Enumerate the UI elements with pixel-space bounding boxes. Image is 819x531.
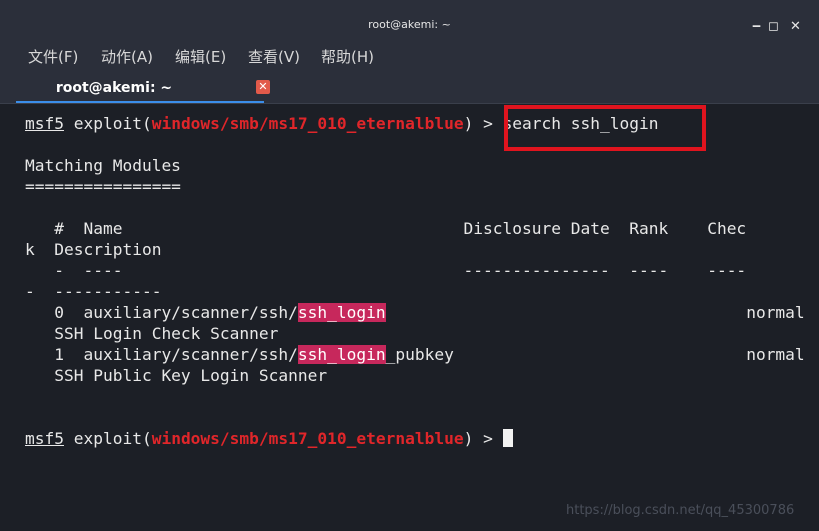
prompt-exploit: exploit( [73,114,152,133]
tab-terminal[interactable]: root@akemi: ~ ✕ [16,74,270,104]
prompt-user: msf5 [25,114,64,133]
prompt-line-2: msf5 exploit(windows/smb/ms17_010_eterna… [25,429,513,449]
row-suffix: normal No [385,303,819,322]
table-row: 0 auxiliary/scanner/ssh/ssh_login normal… [25,303,819,323]
row-suffix: _pubkey normal No [385,345,819,364]
window-titlebar: root@akemi: ~ ‒ ◻ ✕ [0,0,819,40]
prompt-module: windows/smb/ms17_010_eternalblue [151,114,464,133]
highlight-box [504,105,706,151]
menu-help[interactable]: 帮助(H) [321,46,374,67]
menu-file[interactable]: 文件(F) [28,46,78,67]
prompt-exploit: exploit( [73,429,152,448]
heading-rule: ================ [25,177,181,196]
terminal-cursor [502,429,513,447]
prompt-user: msf5 [25,429,64,448]
tab-bar: root@akemi: ~ ✕ [0,74,819,104]
prompt-end: ) > [463,114,503,133]
menu-edit[interactable]: 编辑(E) [175,46,226,67]
row-match-highlight: ssh_login [297,345,386,364]
row-description: SSH Login Check Scanner [25,324,279,343]
row-description: SSH Public Key Login Scanner [25,366,328,385]
window-title: root@akemi: ~ [368,18,451,31]
close-icon[interactable]: ✕ [790,20,801,34]
table-row: 1 auxiliary/scanner/ssh/ssh_login_pubkey… [25,345,819,365]
menu-action[interactable]: 动作(A) [101,46,153,67]
row-prefix: 0 auxiliary/scanner/ssh/ [25,303,298,322]
tab-label: root@akemi: ~ [55,80,173,96]
column-header-1: # Name Disclosure Date Rank Chec [25,219,747,238]
prompt-end: ) > [463,429,503,448]
prompt-module: windows/smb/ms17_010_eternalblue [151,429,464,448]
maximize-icon[interactable]: ◻ [768,20,779,34]
column-rule-2: - ----------- [25,282,162,301]
menu-view[interactable]: 查看(V) [248,46,300,67]
column-rule-1: - ---- --------------- ---- ---- [25,261,747,280]
row-prefix: 1 auxiliary/scanner/ssh/ [25,345,298,364]
column-header-2: k Description [25,240,162,259]
watermark: https://blog.csdn.net/qq_45300786 [566,503,795,518]
tab-close-icon[interactable]: ✕ [256,80,270,94]
menu-bar: 文件(F) 动作(A) 编辑(E) 查看(V) 帮助(H) [0,40,819,74]
row-match-highlight: ssh_login [297,303,386,322]
minimize-icon[interactable]: ‒ [752,20,761,34]
matching-heading: Matching Modules [25,156,181,175]
